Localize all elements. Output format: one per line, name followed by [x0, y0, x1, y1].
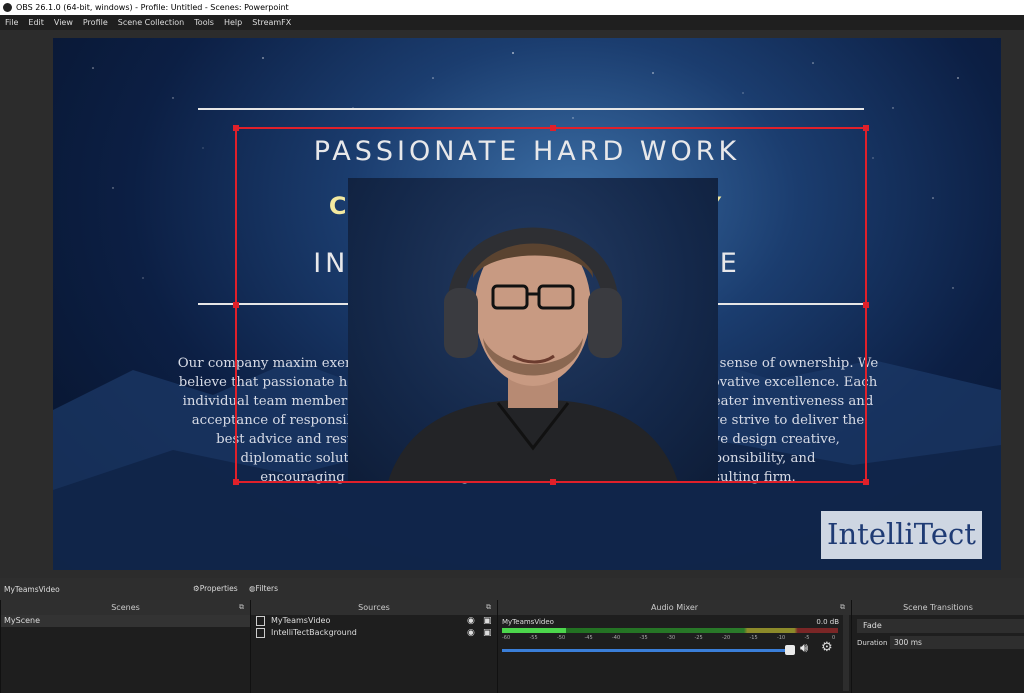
duration-input[interactable]: 300 ms: [890, 636, 1024, 649]
audio-mixer-title: Audio Mixer: [650, 603, 699, 612]
obs-logo-icon: [3, 3, 12, 12]
filters-label: Filters: [255, 584, 279, 593]
volume-fader[interactable]: [502, 649, 792, 652]
filters-button[interactable]: ◍Filters: [246, 583, 281, 595]
dock-float-icon[interactable]: ⧉: [486, 600, 491, 615]
meter-scale-tick: -30: [667, 635, 676, 641]
volume-meter: [502, 628, 838, 633]
scenes-header: Scenes ⧉: [1, 600, 250, 615]
meter-scale-tick: -60: [502, 635, 511, 641]
resize-handle-br[interactable]: [863, 479, 869, 485]
source-item[interactable]: MyTeamsVideo ◉ ▣: [251, 615, 497, 627]
meter-scale-tick: -10: [777, 635, 786, 641]
transition-select[interactable]: Fade: [857, 619, 1024, 633]
dock-float-icon[interactable]: ⧉: [239, 600, 244, 615]
properties-label: Properties: [199, 584, 238, 593]
visibility-eye-icon[interactable]: ◉: [467, 615, 475, 627]
menu-view[interactable]: View: [49, 15, 78, 30]
scene-item[interactable]: MyScene: [1, 615, 250, 627]
meter-scale-tick: -35: [639, 635, 648, 641]
intellitect-logo: IntelliTect: [821, 511, 982, 559]
resize-handle-r[interactable]: [863, 302, 869, 308]
source-toolbar: MyTeamsVideo ⚙Properties ◍Filters: [0, 578, 1024, 600]
source-selection-box[interactable]: [233, 125, 869, 485]
mixer-channel: MyTeamsVideo 0.0 dB -60 -55 -50 -45 -40 -35 -3…: [498, 615, 851, 693]
meter-scale-tick: -45: [584, 635, 593, 641]
resize-handle-tr[interactable]: [863, 125, 869, 131]
menu-streamfx[interactable]: StreamFX: [247, 15, 296, 30]
sources-title: Sources: [358, 603, 390, 612]
menu-help[interactable]: Help: [219, 15, 247, 30]
logo-text: IntelliTect: [827, 517, 976, 551]
scenes-title: Scenes: [111, 603, 140, 612]
resize-handle-tl[interactable]: [233, 125, 239, 131]
menu-file[interactable]: File: [0, 15, 23, 30]
volume-fader-knob[interactable]: [785, 645, 795, 655]
window-title: OBS 26.1.0 (64-bit, windows) - Profile: …: [16, 3, 289, 12]
selected-source-name: MyTeamsVideo: [4, 585, 60, 594]
resize-handle-l[interactable]: [233, 302, 239, 308]
visibility-eye-icon[interactable]: ◉: [467, 627, 475, 639]
resize-handle-t[interactable]: [550, 125, 556, 131]
mixer-channel-name: MyTeamsVideo: [502, 618, 554, 626]
meter-scale-tick: -40: [612, 635, 621, 641]
scenes-dock: Scenes ⧉ MyScene: [0, 600, 250, 693]
slide-top-rule: [198, 108, 864, 110]
window-titlebar: OBS 26.1.0 (64-bit, windows) - Profile: …: [0, 0, 1024, 15]
lock-icon[interactable]: ▣: [483, 615, 492, 627]
scene-transitions-title: Scene Transitions: [903, 603, 973, 612]
scene-transitions-header: Scene Transitions: [852, 600, 1024, 615]
meter-scale-tick: -55: [529, 635, 538, 641]
meter-scale-tick: -25: [694, 635, 703, 641]
gear-icon: ⚙: [193, 584, 200, 593]
preview-canvas[interactable]: PASSIONATE HARD WORK COURAGEOUS HONESTY …: [53, 38, 1001, 570]
sources-dock: Sources ⧉ MyTeamsVideo ◉ ▣ IntelliTectBa…: [250, 600, 497, 693]
source-item-label: IntelliTectBackground: [271, 628, 357, 637]
audio-mixer-header: Audio Mixer ⧉: [498, 600, 851, 615]
menu-bar: File Edit View Profile Scene Collection Tools…: [0, 15, 1024, 30]
sources-header: Sources ⧉: [251, 600, 497, 615]
video-source-icon: [256, 616, 265, 626]
meter-scale-tick: -15: [749, 635, 758, 641]
menu-scene-collection[interactable]: Scene Collection: [113, 15, 190, 30]
meter-scale-tick: -50: [557, 635, 566, 641]
menu-tools[interactable]: Tools: [189, 15, 219, 30]
menu-edit[interactable]: Edit: [23, 15, 49, 30]
meter-scale-tick: -20: [722, 635, 731, 641]
properties-button[interactable]: ⚙Properties: [190, 583, 241, 595]
preview-area: PASSIONATE HARD WORK COURAGEOUS HONESTY …: [0, 30, 1024, 578]
duration-label: Duration: [857, 639, 888, 647]
mixer-scrollbar[interactable]: [843, 615, 849, 691]
lock-icon[interactable]: ▣: [483, 627, 492, 639]
source-item[interactable]: IntelliTectBackground ◉ ▣: [251, 627, 497, 639]
resize-handle-bl[interactable]: [233, 479, 239, 485]
audio-mixer-dock: Audio Mixer ⧉ MyTeamsVideo 0.0 dB -60 -55…: [497, 600, 851, 693]
menu-profile[interactable]: Profile: [78, 15, 113, 30]
resize-handle-b[interactable]: [550, 479, 556, 485]
speaker-icon[interactable]: 🔊︎: [800, 641, 808, 656]
mixer-db-readout: 0.0 dB: [816, 618, 839, 626]
gear-icon[interactable]: ⚙: [821, 640, 833, 655]
source-item-label: MyTeamsVideo: [271, 616, 331, 625]
image-source-icon: [256, 628, 265, 638]
dock-float-icon[interactable]: ⧉: [840, 600, 845, 615]
volume-meter-scale: -60 -55 -50 -45 -40 -35 -30 -25 -20 -15 -10 -5 0: [502, 635, 838, 642]
scene-transitions-dock: Scene Transitions Fade Duration 300 ms: [851, 600, 1024, 693]
volume-meter-level: [502, 628, 566, 633]
